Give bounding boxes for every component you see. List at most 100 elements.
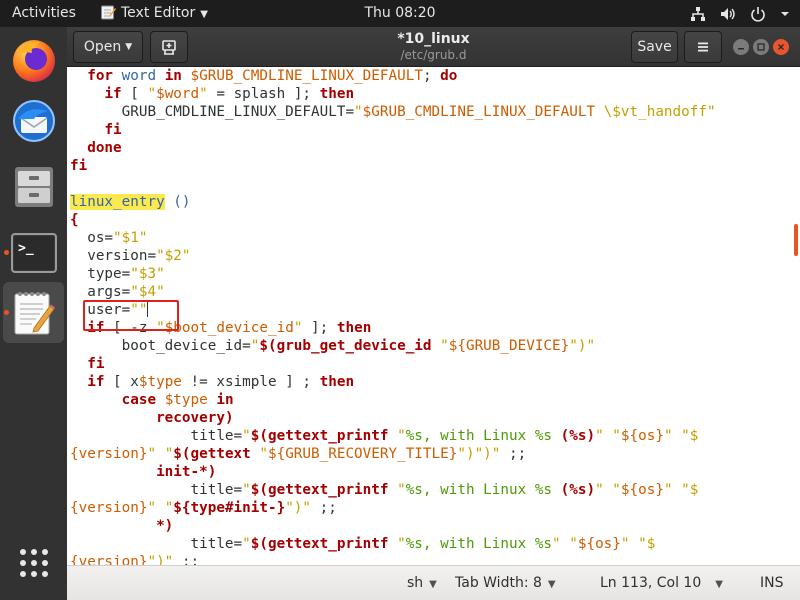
code-line[interactable]: if [ "$word" = splash ]; then <box>70 85 716 103</box>
code-token: ${os} <box>577 536 621 552</box>
system-tray[interactable] <box>690 0 790 27</box>
code-token: " <box>397 536 406 552</box>
code-token: title= <box>70 482 243 498</box>
code-line[interactable]: title="$(gettext_printf "%s, with Linux … <box>70 427 716 445</box>
code-token: %s, with Linux %s <box>405 536 553 552</box>
code-token: "$ <box>681 482 699 498</box>
code-token: $word <box>156 86 200 102</box>
code-token: type= <box>70 266 131 282</box>
code-line[interactable]: done <box>70 139 716 157</box>
code-line[interactable]: fi <box>70 355 716 373</box>
code-line[interactable]: title="$(gettext_printf "%s, with Linux … <box>70 481 716 499</box>
code-line[interactable]: {version}")" ;; <box>70 553 716 565</box>
code-line[interactable]: type="$3" <box>70 265 716 283</box>
code-line[interactable]: recovery) <box>70 409 716 427</box>
code-token: " <box>595 428 604 444</box>
code-token: $(gettext_printf <box>250 536 398 552</box>
chevron-down-icon: ▼ <box>200 9 208 20</box>
editor-text-area[interactable]: for word in $GRUB_CMDLINE_LINUX_DEFAULT;… <box>67 67 800 565</box>
code-token: "$4" <box>130 284 165 300</box>
code-token: $GRUB_CMDLINE_LINUX_DEFAULT <box>362 104 596 120</box>
thunderbird-icon <box>12 99 55 142</box>
window-controls <box>733 39 789 55</box>
activities-button[interactable]: Activities <box>12 0 76 27</box>
open-button[interactable]: Open ▼ <box>73 31 143 63</box>
code-token: version= <box>70 248 157 264</box>
minimize-button[interactable] <box>733 39 749 55</box>
code-token: ")")" <box>457 446 501 462</box>
code-token: " <box>397 428 406 444</box>
code-token: for <box>87 68 114 84</box>
firefox-icon <box>12 39 55 82</box>
code-line[interactable]: case $type in <box>70 391 716 409</box>
dock-item-files[interactable] <box>3 156 64 217</box>
code-token: %s, with Linux %s <box>405 428 561 444</box>
code-token: recovery) <box>156 410 234 426</box>
code-token: *) <box>156 518 174 534</box>
clock[interactable]: Thu 08:20 <box>364 5 435 21</box>
code-token: " <box>242 536 251 552</box>
code-line[interactable]: os="$1" <box>70 229 716 247</box>
close-button[interactable] <box>773 39 789 55</box>
cursor-position-selector[interactable]: Ln 113, Col 10 ▼ <box>600 566 723 600</box>
app-menu[interactable]: Text Editor ▼ <box>100 0 208 27</box>
tab-width-selector[interactable]: Tab Width: 8 ▼ <box>455 566 556 600</box>
code-token: ; <box>422 68 441 84</box>
code-line[interactable]: fi <box>70 121 716 139</box>
code-line[interactable]: if [ x$type != xsimple ] ; then <box>70 373 716 391</box>
code-token: " <box>552 536 561 552</box>
dock-item-text-editor[interactable] <box>3 282 64 343</box>
code-token: " <box>397 482 406 498</box>
scrollbar-indicator[interactable] <box>794 224 798 256</box>
language-selector[interactable]: sh ▼ <box>407 566 437 600</box>
code-line[interactable]: GRUB_CMDLINE_LINUX_DEFAULT="$GRUB_CMDLIN… <box>70 103 716 121</box>
chevron-down-icon[interactable] <box>780 6 790 22</box>
code-token: ")" <box>147 554 174 565</box>
code-line[interactable]: for word in $GRUB_CMDLINE_LINUX_DEFAULT;… <box>70 67 716 85</box>
code-line[interactable]: { <box>70 211 716 229</box>
code-token: $(grub_get_device_id <box>259 338 441 354</box>
save-button-label: Save <box>637 39 672 55</box>
code-token: word <box>113 68 165 84</box>
dock-item-terminal[interactable]: >_ <box>3 222 64 283</box>
code-line[interactable]: *) <box>70 517 716 535</box>
code-line[interactable]: args="$4" <box>70 283 716 301</box>
new-document-button[interactable] <box>150 31 188 63</box>
code-line[interactable]: init-*) <box>70 463 716 481</box>
code-line[interactable]: boot_device_id="$(grub_get_device_id "${… <box>70 337 716 355</box>
code-token: " <box>147 500 157 516</box>
power-icon[interactable] <box>750 6 766 22</box>
code-line[interactable]: fi <box>70 157 716 175</box>
volume-icon[interactable] <box>720 6 736 22</box>
code-token: in <box>164 68 182 84</box>
code-token: if <box>104 86 122 102</box>
code-line[interactable]: {version}" "${type#init-}")" ;; <box>70 499 716 517</box>
code-token: " <box>259 446 268 462</box>
show-applications-button[interactable] <box>3 532 64 593</box>
code-token: " <box>595 482 604 498</box>
code-token: " <box>242 428 251 444</box>
app-menu-label: Text Editor <box>121 5 196 21</box>
code-token: case <box>121 392 157 408</box>
code-line[interactable] <box>70 175 716 193</box>
network-icon[interactable] <box>690 6 706 22</box>
code-token: {version} <box>70 500 148 516</box>
code-line[interactable]: linux_entry () <box>70 193 716 211</box>
dock-item-thunderbird[interactable] <box>3 90 64 151</box>
tab-width-label: Tab Width: 8 <box>455 575 542 591</box>
code-line[interactable]: {version}" "$(gettext "${GRUB_RECOVERY_T… <box>70 445 716 463</box>
hamburger-menu-button[interactable] <box>684 31 722 63</box>
code-token: "$1" <box>113 230 148 246</box>
maximize-button[interactable] <box>753 39 769 55</box>
save-button[interactable]: Save <box>631 31 678 63</box>
code-line[interactable]: title="$(gettext_printf "%s, with Linux … <box>70 535 716 553</box>
code-token: = splash ]; <box>207 86 320 102</box>
code-line[interactable]: version="$2" <box>70 247 716 265</box>
code-token: (%s) <box>560 428 596 444</box>
dock-item-firefox[interactable] <box>3 30 64 91</box>
